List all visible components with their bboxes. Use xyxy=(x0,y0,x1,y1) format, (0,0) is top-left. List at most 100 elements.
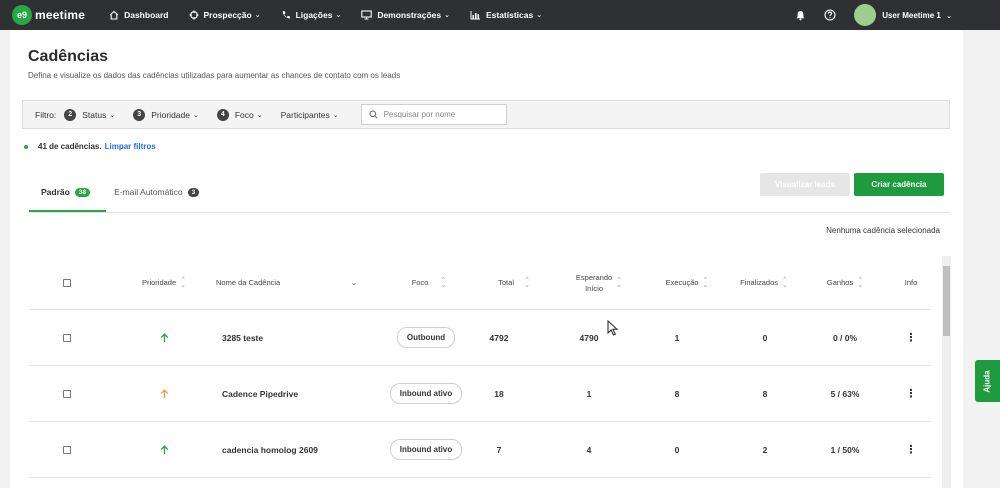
filter-foco[interactable]: 4 Foco ⌄ xyxy=(216,108,263,121)
header-gains[interactable]: Ganhos ⌃ ⌄ xyxy=(805,256,885,309)
view-leads-button[interactable]: Visualizar leads xyxy=(760,173,850,196)
waiting-cell: 4 xyxy=(586,444,592,455)
row-checkbox[interactable] xyxy=(63,445,71,454)
filter-count-badge: 2 xyxy=(64,108,77,121)
tab-count-badge: 3 xyxy=(187,187,200,197)
sort-icon: ⌃ ⌄ xyxy=(523,276,530,289)
home-icon xyxy=(109,10,119,20)
filter-count-badge: 3 xyxy=(133,108,146,121)
filter-status[interactable]: 2 Status ⌄ xyxy=(64,108,115,121)
header-finished[interactable]: Finalizados ⌃ ⌄ xyxy=(719,256,809,309)
header-priority-label: Prioridade xyxy=(141,278,177,287)
logo-badge: e9 xyxy=(12,5,32,25)
filter-participantes[interactable]: Participantes ⌄ xyxy=(281,110,339,120)
meetime-logo[interactable]: e9 meetime xyxy=(12,5,85,25)
table-row[interactable]: Cadence Pipedrive Inbound ativo 18 1 8 8… xyxy=(29,366,931,422)
page-title: Cadências xyxy=(28,48,109,65)
header-waiting-line2: Início xyxy=(585,283,604,293)
nav-dashboard[interactable]: Dashboard xyxy=(109,10,169,20)
cadence-name[interactable]: Cadence Pipedrive xyxy=(222,366,372,421)
filter-bar: Filtro: 2 Status ⌄ 3 Prioridade ⌄ 4 Foco… xyxy=(22,100,950,129)
tab-bar: Padrão 38 E-mail Automático 3 xyxy=(29,180,211,204)
header-focus-label: Foco xyxy=(411,278,429,287)
header-name[interactable]: Nome da Cadência xyxy=(216,256,356,309)
more-options-icon[interactable]: ⋮ xyxy=(901,310,921,365)
header-priority[interactable]: Prioridade ⌃ ⌄ xyxy=(124,256,204,309)
total-cell: 18 xyxy=(494,388,504,399)
focus-pill: Inbound ativo xyxy=(389,439,463,460)
monitor-icon xyxy=(361,10,373,20)
nav-prospeccao[interactable]: Prospecção ⌄ xyxy=(189,10,261,20)
table-header: Prioridade ⌃ ⌄ Nome da Cadência ⌄ Foco ⌃ ⌄… xyxy=(29,256,931,310)
cadence-name[interactable]: 3285 teste xyxy=(222,310,372,365)
search-box[interactable] xyxy=(360,104,507,125)
row-checkbox[interactable] xyxy=(63,389,71,398)
tab-count-badge: 38 xyxy=(74,187,91,197)
user-name: User Meetime 1 xyxy=(882,10,941,20)
table-row[interactable]: cadencia homolog 2609 Inbound ativo 7 4 … xyxy=(29,422,931,478)
focus-pill: Outbound xyxy=(396,327,456,348)
create-cadence-button[interactable]: Criar cadência xyxy=(854,173,944,196)
chevron-down-icon: ⌄ xyxy=(256,111,263,119)
sort-icon: ⌃ ⌄ xyxy=(180,276,187,289)
filter-prioridade[interactable]: 3 Prioridade ⌄ xyxy=(133,108,199,121)
row-select-cell xyxy=(59,310,75,365)
main-content: Cadências Defina e visualize os dados da… xyxy=(10,30,963,488)
execution-cell: 1 xyxy=(674,332,680,343)
tab-email-automatico-label: E-mail Automático xyxy=(114,187,183,197)
nav-prospeccao-label: Prospecção xyxy=(203,10,252,20)
tab-email-automatico[interactable]: E-mail Automático 3 xyxy=(102,180,211,204)
header-total-label: Total xyxy=(498,278,514,287)
gains-cell: 5 / 63% xyxy=(830,388,860,399)
more-options-icon[interactable]: ⋮ xyxy=(901,366,921,421)
arrow-up-icon xyxy=(160,444,168,454)
chevron-down-icon: ⌄ xyxy=(946,12,952,20)
header-execution-label: Execução xyxy=(665,278,699,287)
header-total[interactable]: Total ⌃ ⌄ xyxy=(484,256,544,309)
header-waiting[interactable]: Esperando Início ⌃ ⌄ xyxy=(559,256,639,309)
avatar[interactable] xyxy=(854,4,877,26)
nav-demonstracoes[interactable]: Demonstrações ⌄ xyxy=(361,10,450,20)
total-cell: 4792 xyxy=(489,332,509,343)
execution-cell: 8 xyxy=(674,388,680,399)
focus-pill: Inbound ativo xyxy=(389,383,463,404)
finished-cell: 2 xyxy=(762,444,768,455)
filter-prioridade-label: Prioridade xyxy=(151,109,190,120)
header-info: Info xyxy=(891,256,931,309)
header-focus[interactable]: Foco ⌃ ⌄ xyxy=(389,256,469,309)
nav-estatisticas-label: Estatísticas xyxy=(485,10,534,20)
arrow-up-icon xyxy=(160,332,168,342)
header-gains-label: Ganhos xyxy=(826,278,854,287)
nav-ligacoes-label: Ligações xyxy=(295,10,333,20)
chevron-down-icon[interactable]: ⌄ xyxy=(347,256,361,309)
cadences-table: Prioridade ⌃ ⌄ Nome da Cadência ⌄ Foco ⌃ ⌄… xyxy=(29,256,931,478)
select-all-checkbox[interactable] xyxy=(63,278,71,287)
waiting-cell: 1 xyxy=(586,388,592,399)
sort-icon: ⌃ ⌄ xyxy=(857,276,864,289)
help-circle-icon[interactable] xyxy=(824,9,836,21)
table-scrollbar-thumb[interactable] xyxy=(943,266,950,336)
chevron-down-icon: ⌄ xyxy=(536,12,543,19)
filter-status-label: Status xyxy=(82,109,107,120)
search-input[interactable] xyxy=(383,110,494,119)
chevron-down-icon: ⌄ xyxy=(332,111,339,119)
help-tab[interactable]: Ajuda xyxy=(975,360,1000,402)
nav-demonstracoes-label: Demonstrações xyxy=(377,10,442,20)
user-menu[interactable]: User Meetime 1 ⌄ xyxy=(882,11,952,20)
header-waiting-label: Esperando Início xyxy=(576,272,612,294)
row-select-cell xyxy=(59,366,75,421)
header-info-label: Info xyxy=(904,278,918,287)
cadence-name[interactable]: cadencia homolog 2609 xyxy=(222,422,372,477)
more-options-icon[interactable]: ⋮ xyxy=(901,422,921,477)
nav-dashboard-label: Dashboard xyxy=(124,10,169,20)
nav-ligacoes[interactable]: Ligações ⌄ xyxy=(281,10,341,20)
nav-estatisticas[interactable]: Estatísticas ⌄ xyxy=(470,10,542,20)
bell-icon[interactable] xyxy=(795,10,806,21)
row-checkbox[interactable] xyxy=(63,333,71,342)
clear-filters-link[interactable]: Limpar filtros xyxy=(105,142,156,151)
row-select-cell xyxy=(59,422,75,477)
tab-padrao[interactable]: Padrão 38 xyxy=(29,180,102,204)
status-dot xyxy=(24,144,28,149)
header-execution[interactable]: Execução ⌃ ⌄ xyxy=(647,256,727,309)
table-row[interactable]: 3285 teste Outbound 4792 4790 1 0 0 / 0%… xyxy=(29,310,931,366)
